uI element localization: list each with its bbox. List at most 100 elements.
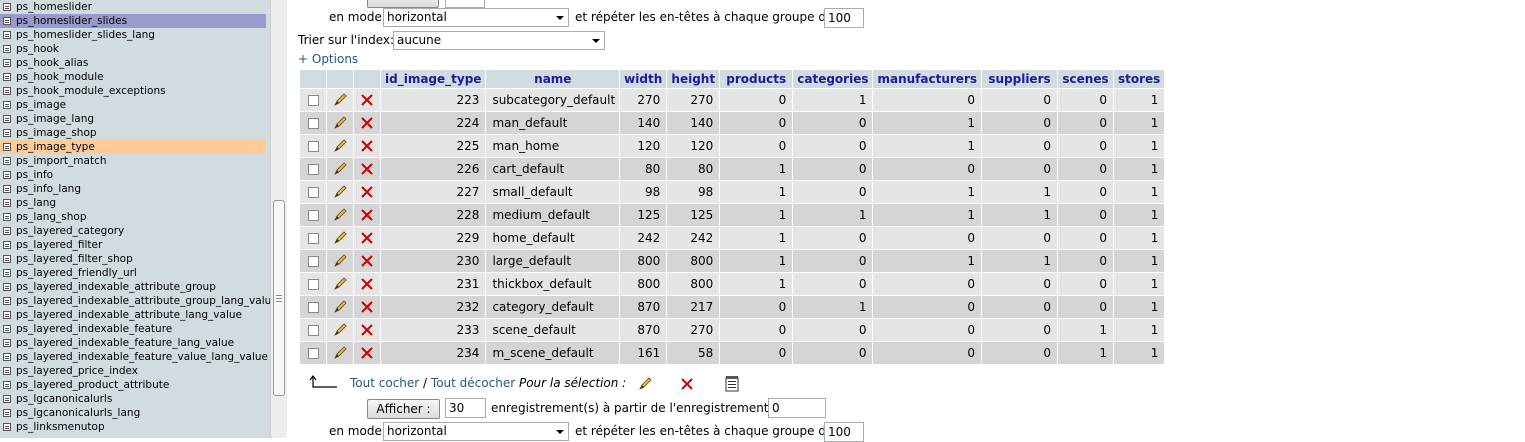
table-icon[interactable] (3, 45, 11, 53)
delete-x-icon[interactable] (360, 254, 374, 268)
sidebar-item-label[interactable]: ps_hook_alias (16, 56, 88, 70)
sidebar-item-label[interactable]: ps_layered_friendly_url (16, 266, 137, 280)
delete-x-icon[interactable] (360, 116, 374, 130)
column-header-suppliers[interactable]: suppliers (982, 70, 1057, 88)
table-icon[interactable] (3, 115, 11, 123)
table-icon[interactable] (3, 353, 11, 361)
sidebar-item[interactable]: ps_layered_indexable_attribute_group (0, 280, 266, 294)
table-icon[interactable] (3, 367, 11, 375)
table-icon[interactable] (3, 213, 11, 221)
row-checkbox[interactable] (307, 233, 319, 244)
sidebar-item-label[interactable]: ps_layered_price_index (16, 364, 138, 378)
delete-x-icon[interactable] (360, 185, 374, 199)
scrollbar-thumb[interactable] (273, 200, 285, 396)
column-header-scenes[interactable]: scenes (1058, 70, 1113, 88)
sidebar-item[interactable]: ps_homeslider (0, 0, 266, 14)
sidebar-item[interactable]: ps_image_shop (0, 126, 266, 140)
sidebar-scrollbar[interactable] (270, 0, 287, 438)
column-header-height[interactable]: height (667, 70, 720, 88)
sort-index-select[interactable]: aucune (393, 31, 605, 50)
pencil-icon[interactable] (332, 161, 348, 177)
pencil-icon[interactable] (332, 253, 348, 269)
delete-x-icon[interactable] (360, 139, 374, 153)
pencil-icon[interactable] (332, 138, 348, 154)
sidebar-item-label[interactable]: ps_layered_filter_shop (16, 252, 133, 266)
table-icon[interactable] (3, 297, 11, 305)
sidebar-item-label[interactable]: ps_layered_category (16, 224, 124, 238)
sidebar-item[interactable]: ps_layered_indexable_feature_lang_value (0, 336, 266, 350)
pencil-icon[interactable] (637, 376, 653, 392)
delete-x-icon[interactable] (360, 323, 374, 337)
sidebar-item-label[interactable]: ps_info (16, 168, 53, 182)
sidebar-item-label[interactable]: ps_hook_module_exceptions (16, 84, 166, 98)
table-icon[interactable] (3, 395, 11, 403)
sidebar-item[interactable]: ps_hook_module (0, 70, 266, 84)
table-icon[interactable] (3, 423, 11, 431)
sidebar-item[interactable]: ps_lang (0, 196, 266, 210)
pencil-icon[interactable] (332, 92, 348, 108)
table-icon[interactable] (3, 31, 11, 39)
sidebar-item-label[interactable]: ps_image_lang (16, 112, 94, 126)
options-link[interactable]: + Options (298, 52, 358, 66)
sidebar-item[interactable]: ps_image_type (0, 140, 266, 154)
export-icon[interactable] (724, 376, 740, 392)
column-header-width[interactable]: width (620, 70, 667, 88)
mode-select[interactable]: horizontal (383, 422, 569, 441)
sidebar-item-label[interactable]: ps_layered_indexable_feature_lang_value (16, 336, 234, 350)
table-icon[interactable] (3, 339, 11, 347)
delete-x-icon[interactable] (360, 93, 374, 107)
table-icon[interactable] (3, 241, 11, 249)
delete-x-icon[interactable] (360, 162, 374, 176)
row-checkbox[interactable] (307, 302, 319, 313)
sidebar-item[interactable]: ps_layered_indexable_feature_value_lang_… (0, 350, 268, 364)
table-icon[interactable] (3, 87, 11, 95)
top-count-input[interactable] (445, 0, 485, 8)
table-icon[interactable] (3, 129, 11, 137)
delete-x-icon[interactable] (360, 346, 374, 360)
sidebar-item[interactable]: ps_layered_filter_shop (0, 252, 266, 266)
sidebar-item[interactable]: ps_layered_category (0, 224, 266, 238)
column-header-name[interactable]: name (486, 70, 620, 88)
sidebar-item[interactable]: ps_hook (0, 42, 266, 56)
delete-x-icon[interactable] (360, 300, 374, 314)
column-header-stores[interactable]: stores (1114, 70, 1165, 88)
table-icon[interactable] (3, 17, 11, 25)
row-checkbox[interactable] (307, 187, 319, 198)
table-icon[interactable] (3, 143, 11, 151)
sidebar-item-label[interactable]: ps_hook_module (16, 70, 104, 84)
start-input[interactable]: 0 (768, 398, 826, 418)
table-icon[interactable] (3, 199, 11, 207)
table-icon[interactable] (3, 185, 11, 193)
pencil-icon[interactable] (332, 207, 348, 223)
delete-x-icon[interactable] (360, 277, 374, 291)
sidebar-item-label[interactable]: ps_lgcanonicalurls (16, 392, 112, 406)
sidebar-item[interactable]: ps_linksmenutop (0, 420, 266, 434)
table-icon[interactable] (3, 3, 11, 11)
uncheck-all-link[interactable]: Tout décocher (431, 376, 515, 390)
sidebar-item[interactable]: ps_lgcanonicalurls (0, 392, 266, 406)
sidebar-item[interactable]: ps_layered_product_attribute (0, 378, 266, 392)
sidebar-item[interactable]: ps_layered_filter (0, 238, 266, 252)
sidebar-item-label[interactable]: ps_layered_indexable_attribute_group (16, 280, 216, 294)
top-mode-select[interactable]: horizontal (383, 8, 569, 27)
delete-x-icon[interactable] (360, 208, 374, 222)
sidebar-item-label[interactable]: ps_image (16, 98, 66, 112)
table-icon[interactable] (3, 381, 11, 389)
sidebar-item[interactable]: ps_layered_indexable_attribute_lang_valu… (0, 308, 266, 322)
pencil-icon[interactable] (332, 276, 348, 292)
pencil-icon[interactable] (332, 115, 348, 131)
row-checkbox[interactable] (307, 256, 319, 267)
sidebar-item-label[interactable]: ps_layered_indexable_feature_value_lang_… (16, 350, 268, 364)
sidebar-item[interactable]: ps_layered_price_index (0, 364, 266, 378)
repeat-input[interactable]: 100 (824, 422, 864, 442)
sidebar-item-label[interactable]: ps_import_match (16, 154, 107, 168)
sidebar-item[interactable]: ps_lang_shop (0, 210, 266, 224)
row-checkbox[interactable] (307, 164, 319, 175)
row-checkbox[interactable] (307, 279, 319, 290)
column-header-id-image-type[interactable]: id_image_type (381, 70, 486, 88)
sidebar-item-label[interactable]: ps_lgcanonicalurls_lang (16, 406, 140, 420)
table-icon[interactable] (3, 171, 11, 179)
sidebar-item-label[interactable]: ps_layered_indexable_attribute_lang_valu… (16, 308, 242, 322)
sidebar-item[interactable]: ps_hook_alias (0, 56, 266, 70)
sidebar-item[interactable]: ps_homeslider_slides_lang (0, 28, 266, 42)
